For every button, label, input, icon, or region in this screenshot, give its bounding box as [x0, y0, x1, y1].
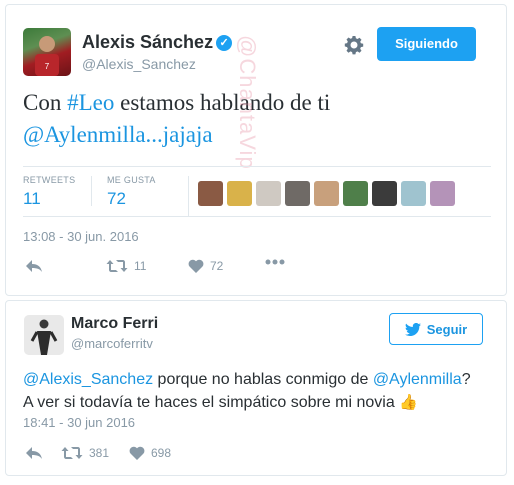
reply-action[interactable] [25, 259, 43, 273]
main-tweet-card: 7 Alexis Sánchez ✓ @Alexis_Sanchez Siguie… [5, 4, 507, 296]
svg-text:7: 7 [45, 62, 50, 71]
reply-timestamp[interactable]: 18:41 - 30 jun 2016 [23, 415, 135, 430]
liker-avatar[interactable] [256, 181, 281, 206]
liker-avatar[interactable] [343, 181, 368, 206]
reply-icon [26, 260, 42, 272]
liker-avatar[interactable] [401, 181, 426, 206]
reply-text-line: A ver si todavía te haces el simpático s… [23, 394, 395, 411]
mention-link[interactable]: @Aylenmilla...jajaja [23, 122, 213, 147]
bird-icon [404, 322, 421, 336]
hashtag-link[interactable]: #Leo [67, 90, 114, 115]
like-action[interactable]: 72 [188, 259, 223, 273]
reply-author-handle[interactable]: @marcoferritv [71, 336, 153, 351]
follow-label: Seguir [426, 321, 468, 337]
thumbs-up-emoji: 👍 [399, 394, 418, 411]
retweet-action[interactable]: 11 [106, 259, 146, 273]
liker-avatar[interactable] [314, 181, 339, 206]
likers-avatars [198, 181, 455, 206]
tweet-timestamp[interactable]: 13:08 - 30 jun. 2016 [23, 229, 139, 244]
liker-avatar[interactable] [430, 181, 455, 206]
author-avatar[interactable]: 7 [23, 28, 71, 76]
retweet-action[interactable]: 381 [61, 446, 109, 460]
follow-button[interactable]: Seguir [389, 313, 483, 345]
stat-separator [91, 176, 92, 206]
author-handle[interactable]: @Alexis_Sanchez [82, 56, 196, 72]
verified-icon: ✓ [216, 35, 233, 51]
tweet-text-middle: estamos hablando de ti [114, 90, 331, 115]
liker-avatar[interactable] [372, 181, 397, 206]
liker-avatar[interactable] [285, 181, 310, 206]
heart-icon [129, 446, 145, 460]
tweet-text-prefix: Con [23, 90, 68, 115]
more-icon [265, 259, 285, 265]
reply-action[interactable] [25, 446, 43, 460]
reply-author-name[interactable]: Marco Ferri [71, 315, 158, 333]
reply-icon [26, 447, 42, 459]
reply-text-part: porque no hablas conmigo de [153, 371, 373, 388]
stat-separator [188, 176, 189, 216]
reply-author-avatar[interactable] [24, 315, 64, 355]
divider [23, 166, 491, 167]
gear-icon[interactable] [344, 35, 364, 55]
reply-text: @Alexis_Sanchez porque no hablas conmigo… [23, 368, 493, 414]
author-name[interactable]: Alexis Sánchez ✓ [82, 32, 233, 53]
like-count: 72 [210, 259, 224, 273]
retweets-count[interactable]: 11 [23, 189, 41, 209]
likes-count[interactable]: 72 [107, 189, 126, 209]
mention-link[interactable]: @Alexis_Sanchez [23, 371, 153, 388]
reply-text-part: ? [461, 371, 471, 388]
retweet-icon [61, 447, 83, 459]
mention-link[interactable]: @Aylenmilla [373, 371, 462, 388]
liker-avatar[interactable] [198, 181, 223, 206]
retweet-count: 11 [134, 259, 147, 273]
like-count: 698 [151, 446, 172, 460]
divider [23, 216, 491, 217]
more-action[interactable] [265, 259, 285, 265]
retweets-label: RETWEETS [23, 175, 76, 185]
retweet-icon [106, 260, 128, 272]
heart-icon [188, 259, 204, 273]
like-action[interactable]: 698 [129, 446, 171, 460]
retweet-count: 381 [89, 446, 110, 460]
likes-label: ME GUSTA [107, 175, 156, 185]
reply-tweet-card: Marco Ferri @marcoferritv Seguir @Alexis… [5, 300, 507, 476]
following-button[interactable]: Siguiendo [377, 27, 476, 61]
liker-avatar[interactable] [227, 181, 252, 206]
